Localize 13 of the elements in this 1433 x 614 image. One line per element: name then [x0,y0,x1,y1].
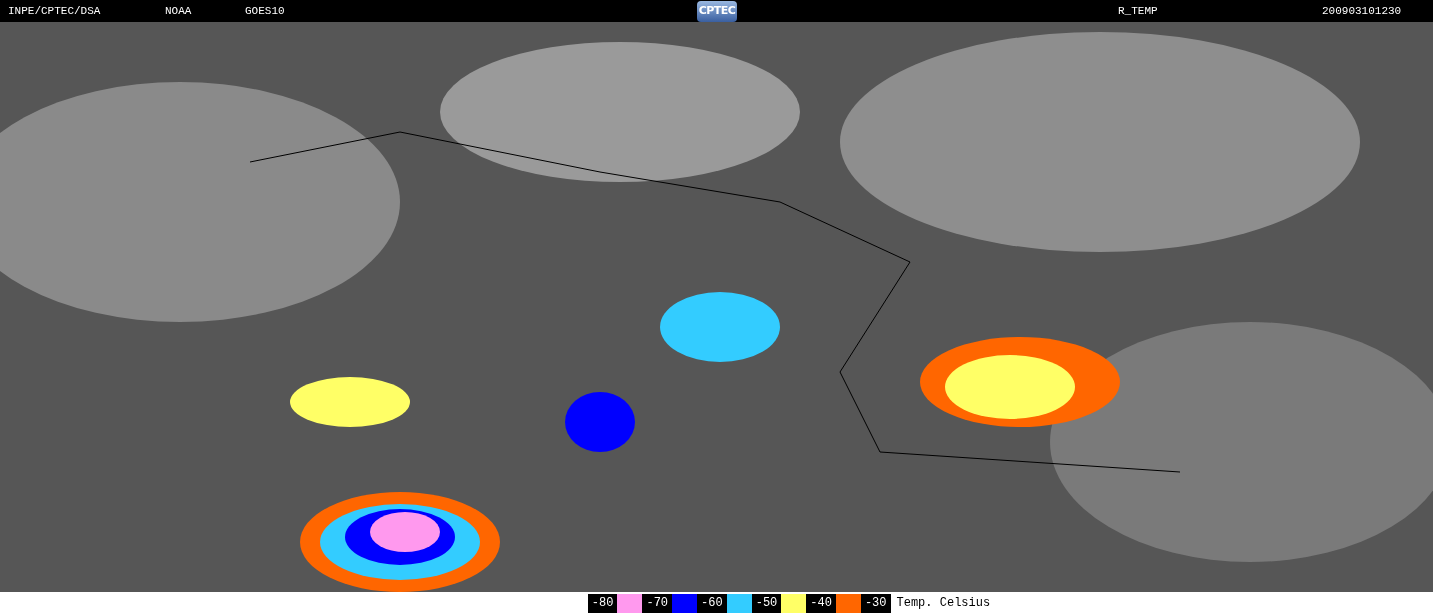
source-label: NOAA [165,4,192,17]
agency-label: INPE/CPTEC/DSA [8,4,101,17]
legend-label: -80 [587,593,618,613]
legend-label: -70 [642,593,673,613]
logo: CPTEC [696,0,738,22]
timestamp: 200903101230 [1322,4,1402,17]
satellite-label: GOES10 [245,4,285,17]
legend-label: -40 [806,593,836,613]
legend-caption: Temp. Celsius [895,595,991,612]
product-label: R_TEMP [1118,4,1158,17]
legend-label: -50 [751,593,782,613]
legend-label: -60 [697,593,727,613]
legend-label: -30 [860,593,891,613]
